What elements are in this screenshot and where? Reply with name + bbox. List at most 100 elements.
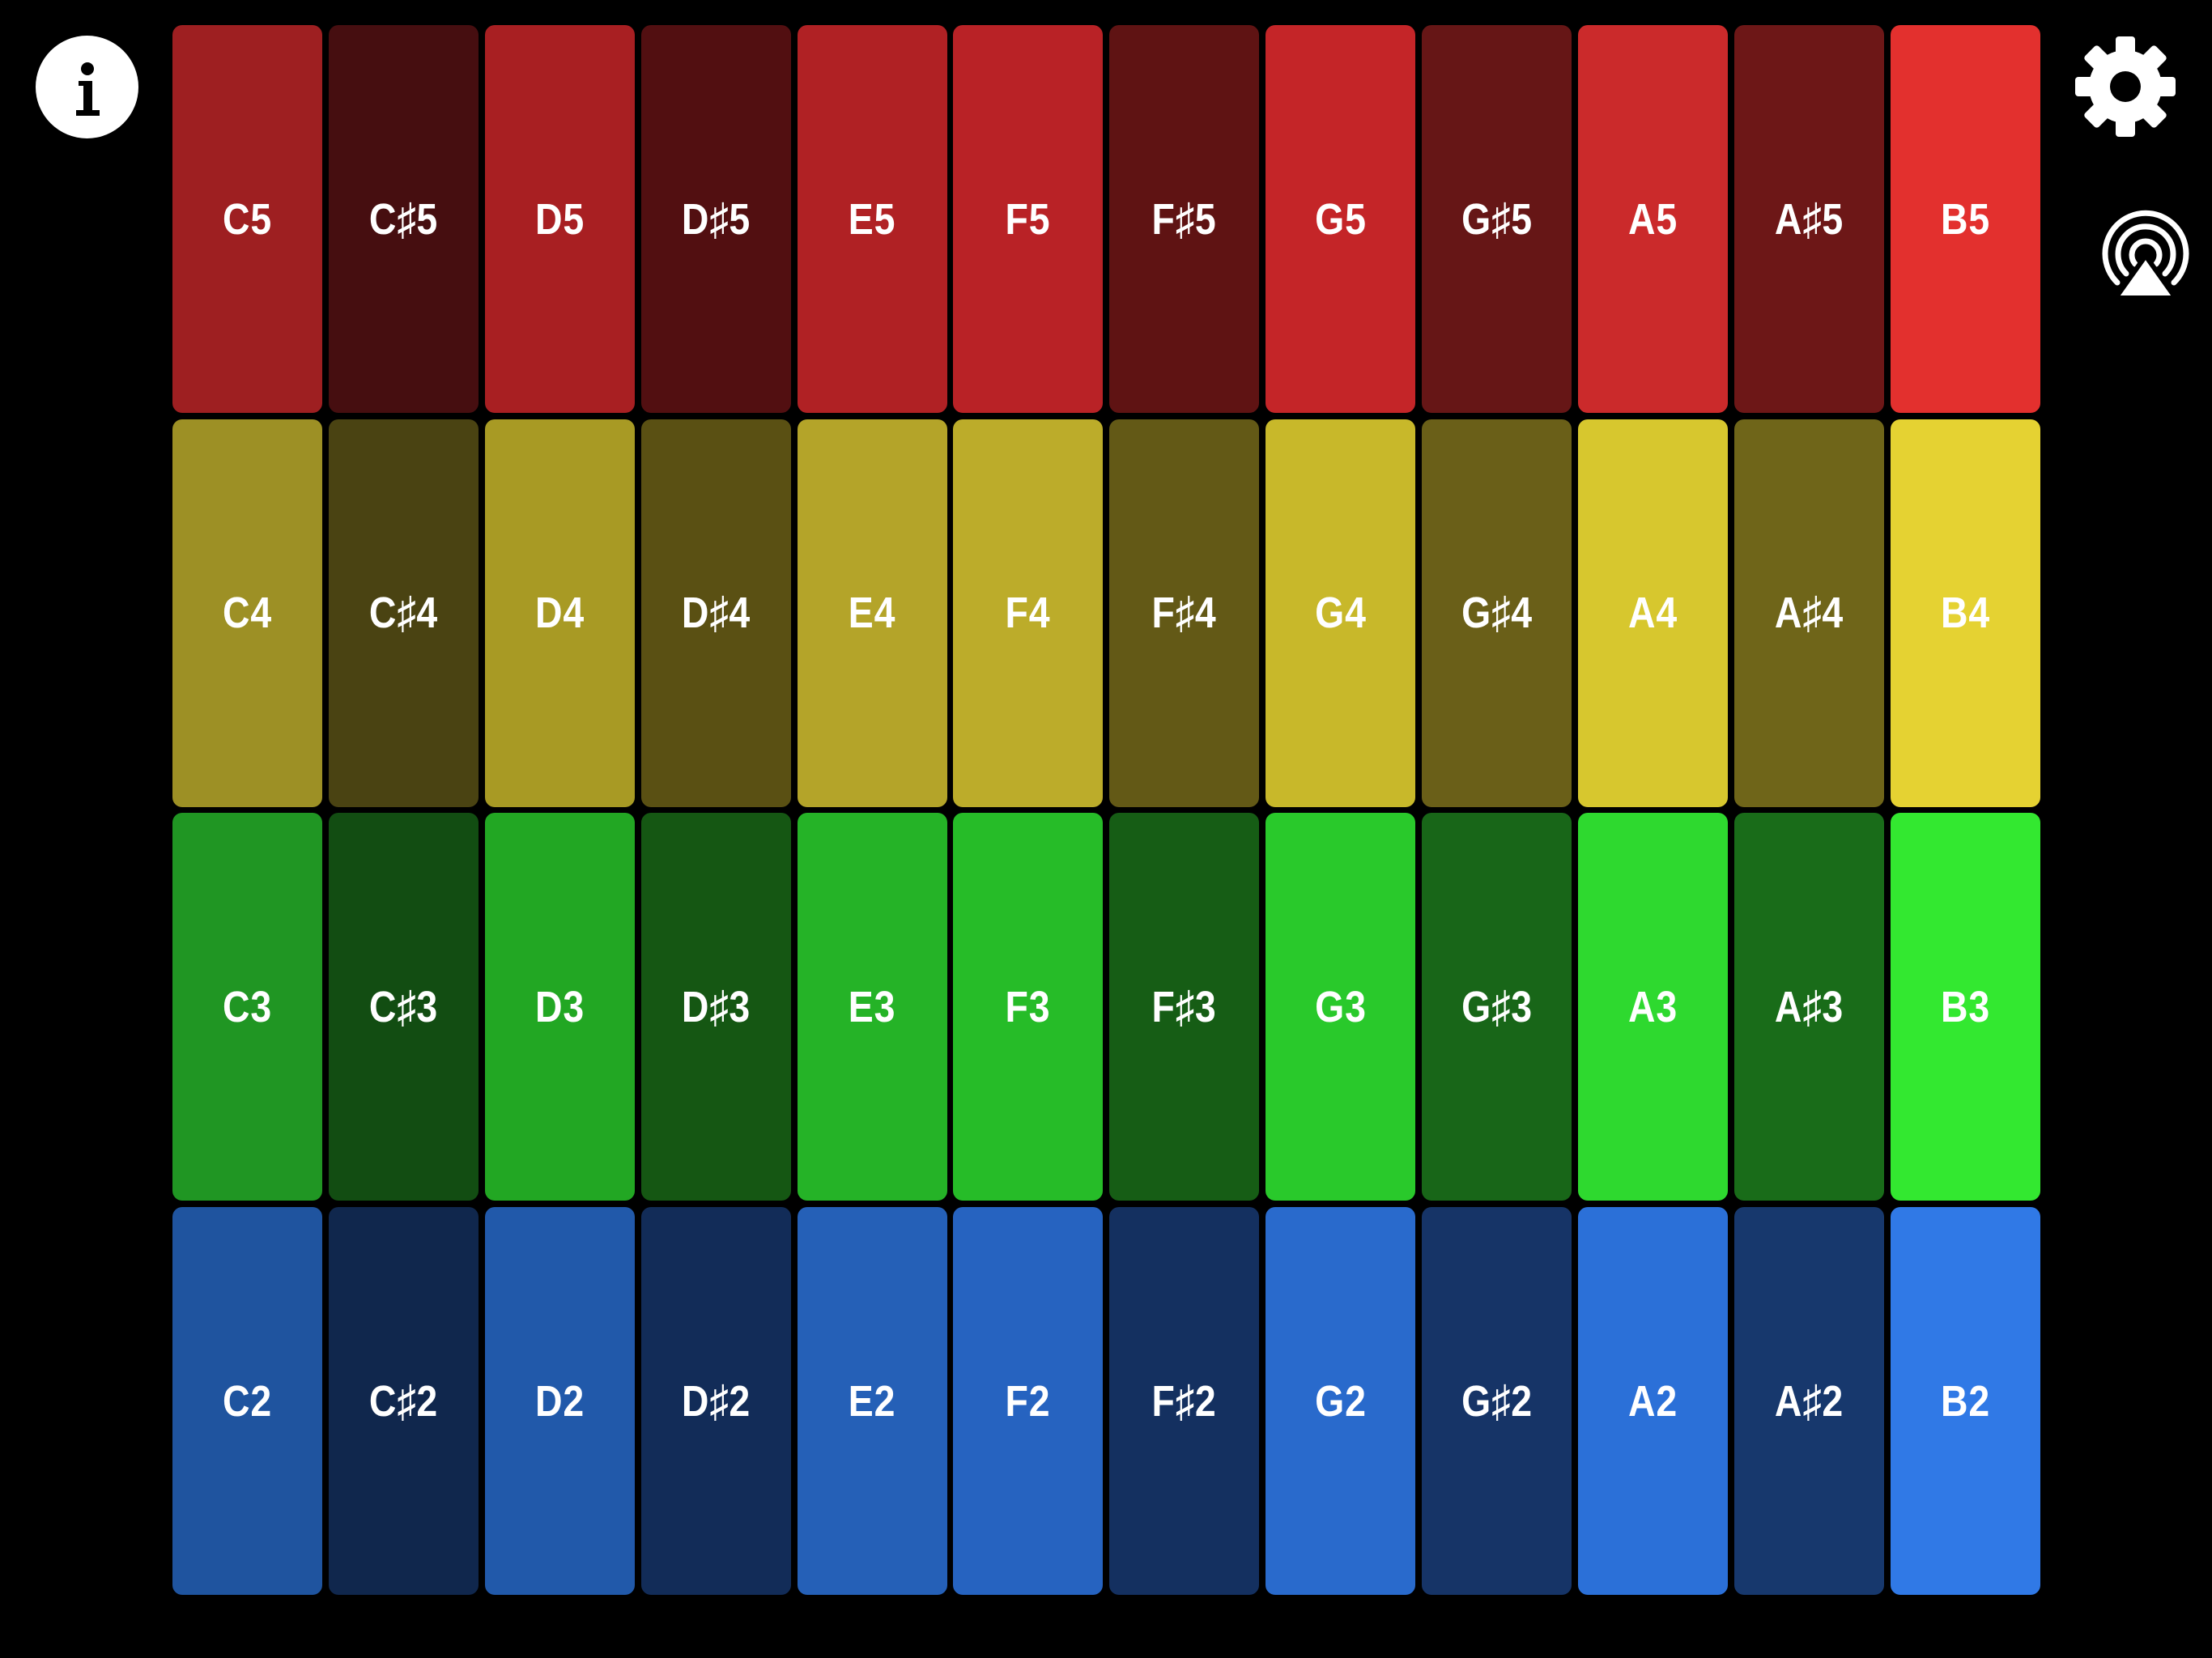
note-pad-label: D4 <box>534 589 585 638</box>
note-pad-label: F2 <box>1005 1376 1051 1426</box>
note-pad[interactable]: G♯3 <box>1422 813 1572 1201</box>
note-pad[interactable]: D2 <box>484 1207 635 1596</box>
note-pad-label: E5 <box>848 194 896 244</box>
note-pad[interactable]: C2 <box>172 1207 322 1596</box>
note-pad[interactable]: D♯5 <box>640 25 791 413</box>
airplay-icon <box>2102 210 2189 300</box>
note-pad-label: B5 <box>1940 194 1990 244</box>
note-pad[interactable]: B4 <box>1890 419 2040 807</box>
note-pad[interactable]: C♯5 <box>328 25 479 413</box>
note-pad-label: C2 <box>222 1376 273 1426</box>
note-pad-label: D5 <box>534 194 585 244</box>
note-pad[interactable]: G♯2 <box>1422 1207 1572 1596</box>
note-pad-label: E4 <box>848 589 896 638</box>
note-pad[interactable]: E4 <box>797 419 947 807</box>
note-pad-label: D3 <box>534 982 585 1031</box>
note-pad-label: A4 <box>1627 589 1678 638</box>
note-pad[interactable]: A♯2 <box>1733 1207 1884 1596</box>
note-pad[interactable]: A♯5 <box>1733 25 1884 413</box>
note-pad-label: A♯5 <box>1774 194 1844 244</box>
note-pad[interactable]: E2 <box>797 1207 947 1596</box>
note-pad[interactable]: C3 <box>172 813 322 1201</box>
note-pad-label: D♯5 <box>681 194 751 244</box>
note-pad[interactable]: D4 <box>484 419 635 807</box>
note-pad[interactable]: D♯2 <box>640 1207 791 1596</box>
note-pad[interactable]: C4 <box>172 419 322 807</box>
gear-icon <box>2075 36 2176 137</box>
note-pad[interactable]: A♯3 <box>1733 813 1884 1201</box>
note-pad[interactable]: G3 <box>1266 813 1416 1201</box>
settings-button[interactable] <box>2073 34 2178 139</box>
info-icon <box>76 62 100 116</box>
note-pad[interactable]: G5 <box>1266 25 1416 413</box>
note-pad-label: C♯2 <box>368 1376 438 1426</box>
note-pad-label: G2 <box>1314 1376 1367 1426</box>
airplay-button[interactable] <box>2084 193 2207 316</box>
note-pad[interactable]: F4 <box>953 419 1104 807</box>
note-pad-label: D♯3 <box>681 982 751 1031</box>
note-pad[interactable]: E5 <box>797 25 947 413</box>
note-pad[interactable]: B5 <box>1890 25 2040 413</box>
note-pad-label: E3 <box>848 982 896 1031</box>
note-pad[interactable]: A♯4 <box>1733 419 1884 807</box>
note-pad[interactable]: F♯3 <box>1109 813 1260 1201</box>
note-pad[interactable]: D♯4 <box>640 419 791 807</box>
note-pad[interactable]: C♯4 <box>328 419 479 807</box>
note-pad[interactable]: F2 <box>953 1207 1104 1596</box>
note-pad[interactable]: A4 <box>1578 419 1729 807</box>
note-pad[interactable]: D♯3 <box>640 813 791 1201</box>
note-pad[interactable]: D5 <box>484 25 635 413</box>
note-pad[interactable]: C♯3 <box>328 813 479 1201</box>
note-pad-label: B3 <box>1940 982 1990 1031</box>
note-pad[interactable]: A3 <box>1578 813 1729 1201</box>
note-pad-label: G♯4 <box>1461 589 1533 638</box>
note-pad-label: G4 <box>1314 589 1367 638</box>
note-pad-label: B4 <box>1940 589 1990 638</box>
note-pad-label: A3 <box>1627 982 1678 1031</box>
note-pad-label: F♯2 <box>1151 1376 1217 1426</box>
note-pad[interactable]: C5 <box>172 25 322 413</box>
note-pad-label: F4 <box>1005 589 1051 638</box>
note-pad[interactable]: B2 <box>1890 1207 2040 1596</box>
note-pad[interactable]: E3 <box>797 813 947 1201</box>
note-pad-grid: C5 C♯5 D5 D♯5 E5 F5 F♯5 G5 G♯5 A5 A♯5 B5 C4 C♯4 D4 D♯4 E… <box>172 25 2040 1596</box>
note-pad[interactable]: F3 <box>953 813 1104 1201</box>
note-pad-label: E2 <box>848 1376 896 1426</box>
note-pad[interactable]: F♯5 <box>1109 25 1260 413</box>
note-pad[interactable]: B3 <box>1890 813 2040 1201</box>
note-pad[interactable]: F♯2 <box>1109 1207 1260 1596</box>
note-pad-label: A5 <box>1627 194 1678 244</box>
note-pad-label: G♯2 <box>1461 1376 1533 1426</box>
note-pad[interactable]: D3 <box>484 813 635 1201</box>
note-pad[interactable]: C♯2 <box>328 1207 479 1596</box>
note-pad[interactable]: A5 <box>1578 25 1729 413</box>
note-pad-label: C5 <box>222 194 273 244</box>
note-pad-label: D♯2 <box>681 1376 751 1426</box>
note-pad[interactable]: A2 <box>1578 1207 1729 1596</box>
note-pad-label: A♯4 <box>1774 589 1844 638</box>
note-pad-label: G♯3 <box>1461 982 1533 1031</box>
note-pad-label: D♯4 <box>681 589 751 638</box>
info-button[interactable] <box>36 36 138 138</box>
note-pad-label: F♯4 <box>1151 589 1217 638</box>
note-pad[interactable]: G♯4 <box>1422 419 1572 807</box>
note-pad-label: A♯2 <box>1774 1376 1844 1426</box>
note-pad-label: G♯5 <box>1461 194 1533 244</box>
note-pad-label: G5 <box>1314 194 1367 244</box>
note-pad-label: C♯3 <box>368 982 438 1031</box>
note-pad[interactable]: G♯5 <box>1422 25 1572 413</box>
note-pad-label: C3 <box>222 982 273 1031</box>
note-pad-label: A♯3 <box>1774 982 1844 1031</box>
note-pad[interactable]: G4 <box>1266 419 1416 807</box>
note-pad-label: C♯5 <box>368 194 438 244</box>
note-pad[interactable]: F5 <box>953 25 1104 413</box>
note-pad-label: D2 <box>534 1376 585 1426</box>
note-pad-label: C4 <box>222 589 273 638</box>
note-pad-label: A2 <box>1627 1376 1678 1426</box>
note-pad[interactable]: F♯4 <box>1109 419 1260 807</box>
note-pad-label: F♯3 <box>1151 982 1217 1031</box>
note-pad[interactable]: G2 <box>1266 1207 1416 1596</box>
note-pad-label: F5 <box>1005 194 1051 244</box>
note-pad-label: F3 <box>1005 982 1051 1031</box>
note-pad-label: F♯5 <box>1151 194 1217 244</box>
